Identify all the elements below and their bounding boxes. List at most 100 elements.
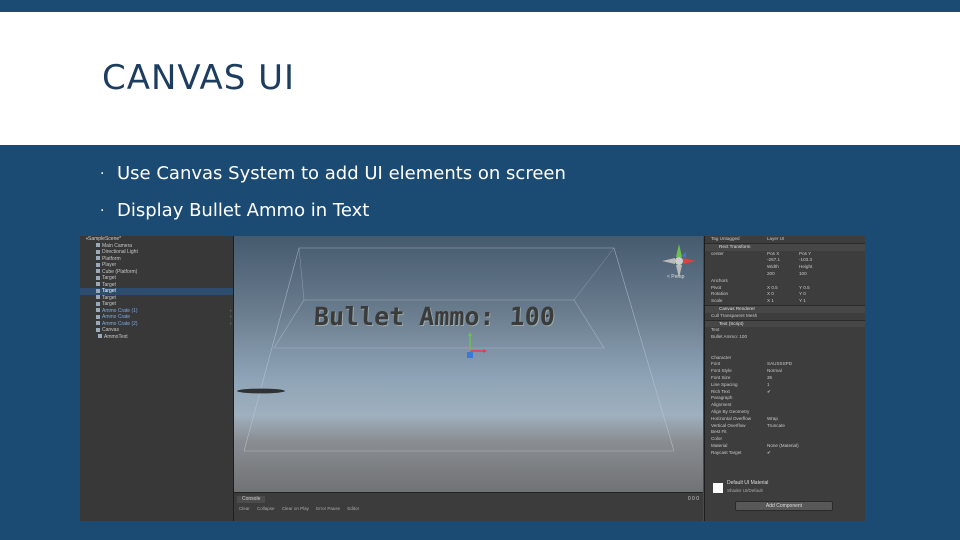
inspector-row[interactable]: Raycast Target ✔: [705, 450, 865, 457]
console-collapse-button[interactable]: Collapse: [257, 506, 275, 511]
console-panel: Console Clear Collapse Clear on Play Err…: [234, 492, 703, 521]
inspector-row[interactable]: Horizontal Overflow Wrap: [705, 416, 865, 423]
gameobject-icon: [96, 275, 100, 280]
scene-view[interactable]: Bullet Ammo: 100 < Persp: [234, 236, 703, 492]
inspector-value-2[interactable]: Height: [799, 264, 812, 271]
inspector-value-2[interactable]: 100: [799, 271, 807, 278]
inspector-row[interactable]: Font Size 35: [705, 375, 865, 382]
inspector-value[interactable]: -267.1: [767, 257, 780, 264]
inspector-row[interactable]: 200 100: [705, 271, 865, 278]
inspector-row[interactable]: Align By Geometry: [705, 409, 865, 416]
inspector-value[interactable]: X 0: [767, 291, 774, 298]
inspector-row[interactable]: Anchors: [705, 278, 865, 285]
gameobject-icon: [96, 249, 100, 254]
hierarchy-item-label: Ammo Crate (2): [102, 320, 138, 327]
inspector-value[interactable]: Pos X: [767, 251, 779, 258]
inspector-value[interactable]: Layer UI: [767, 236, 784, 243]
inspector-value[interactable]: Wrap: [767, 416, 778, 423]
console-clear-button[interactable]: Clear: [239, 506, 250, 511]
inspector-value[interactable]: ✔: [767, 450, 771, 457]
gameobject-icon: [96, 301, 100, 306]
gameobject-icon: [96, 262, 100, 267]
inspector-label: Font: [711, 361, 721, 367]
console-clear-on-play-button[interactable]: Clear on Play: [282, 506, 309, 511]
inspector-value-2[interactable]: Y 1: [799, 298, 806, 305]
inspector-row[interactable]: Rotation X 0 Y 0: [705, 291, 865, 298]
component-header[interactable]: Rect Transform: [705, 242, 865, 251]
inspector-row[interactable]: Line Spacing 1: [705, 382, 865, 389]
console-counts[interactable]: 0 0 0: [688, 496, 699, 502]
inspector-row[interactable]: Character: [705, 355, 865, 362]
inspector-label: Vertical Overflow: [711, 422, 746, 428]
inspector-label: Color: [711, 436, 722, 442]
inspector-row[interactable]: Font SAUSSSPD: [705, 361, 865, 368]
hierarchy-item[interactable]: AmmoText: [80, 334, 233, 341]
inspector-rows: Tag Untagged Layer UI Rect Transform center…: [705, 236, 865, 457]
inspector-value-2[interactable]: Pos Y: [799, 251, 811, 258]
console-toolbar: Clear Collapse Clear on Play Error Pause…: [239, 506, 365, 512]
inspector-label: Font Size: [711, 374, 731, 380]
inspector-value[interactable]: None (Material): [767, 443, 799, 450]
console-error-pause-button[interactable]: Error Pause: [316, 506, 340, 511]
component-header[interactable]: Canvas Renderer: [705, 304, 865, 313]
inspector-row[interactable]: [705, 348, 865, 355]
gameobject-icon: [96, 314, 100, 319]
inspector-label: center: [711, 250, 724, 256]
gameobject-icon: [96, 308, 100, 313]
inspector-value[interactable]: 35: [767, 375, 772, 382]
scene-ammo-text[interactable]: Bullet Ammo: 100: [313, 302, 555, 331]
inspector-value[interactable]: Truncate: [767, 423, 785, 430]
inspector-label: Rect Transform: [719, 243, 751, 249]
inspector-row[interactable]: Bullet Ammo: 100: [705, 334, 865, 341]
hierarchy-item-label: Main Camera: [102, 242, 133, 249]
inspector-row[interactable]: Paragraph: [705, 395, 865, 402]
inspector-row[interactable]: [705, 341, 865, 348]
inspector-value[interactable]: Width: [767, 264, 779, 271]
inspector-value[interactable]: 200: [767, 271, 775, 278]
inspector-value[interactable]: X 1: [767, 298, 774, 305]
inspector-label: Character: [711, 354, 732, 360]
console-tab[interactable]: Console: [237, 496, 266, 503]
inspector-value[interactable]: Normal: [767, 368, 782, 375]
inspector-row[interactable]: -267.1 -103.3: [705, 257, 865, 264]
inspector-row[interactable]: Text: [705, 327, 865, 334]
inspector-row[interactable]: Best Fit: [705, 429, 865, 436]
bullet-item: · Use Canvas System to add UI elements o…: [100, 160, 566, 197]
inspector-value[interactable]: X 0.5: [767, 285, 778, 292]
inspector-row[interactable]: Cull Transparent Mesh: [705, 313, 865, 320]
persp-label[interactable]: < Persp: [667, 274, 684, 280]
console-editor-dropdown[interactable]: Editor: [347, 506, 359, 511]
gameobject-icon: [96, 321, 100, 326]
inspector-label: Material: [711, 442, 728, 448]
inspector-row[interactable]: Scale X 1 Y 1: [705, 298, 865, 305]
inspector-row[interactable]: Material None (Material): [705, 443, 865, 450]
inspector-row[interactable]: Vertical Overflow Truncate: [705, 423, 865, 430]
inspector-label: Paragraph: [711, 395, 733, 401]
bullet-text: Display Bullet Ammo in Text: [117, 200, 370, 221]
inspector-panel: Tag Untagged Layer UI Rect Transform center…: [704, 236, 865, 521]
inspector-row[interactable]: Width Height: [705, 264, 865, 271]
add-component-button[interactable]: Add Component: [735, 501, 833, 511]
shader-label[interactable]: Shader UI/Default: [727, 488, 763, 493]
move-gizmo-icon[interactable]: [462, 331, 492, 361]
inspector-row[interactable]: Font Style Normal: [705, 368, 865, 375]
inspector-value-2[interactable]: Y 0: [799, 291, 806, 298]
inspector-row[interactable]: center Pos X Pos Y: [705, 251, 865, 258]
hierarchy-item-label: Directional Light: [102, 249, 138, 255]
inspector-label: Rich Text: [711, 388, 730, 394]
inspector-row[interactable]: Pivot X 0.5 Y 0.5: [705, 285, 865, 292]
inspector-label: Bullet Ammo: 100: [711, 334, 748, 340]
inspector-row[interactable]: Rich Text ✔: [705, 389, 865, 396]
inspector-row[interactable]: Color: [705, 436, 865, 443]
inspector-value[interactable]: ✔: [767, 389, 771, 396]
inspector-value[interactable]: SAUSSSPD: [767, 361, 792, 368]
inspector-row[interactable]: Alignment: [705, 402, 865, 409]
component-header[interactable]: Text (Script): [705, 319, 865, 328]
hierarchy-item-label: Target: [102, 275, 116, 281]
inspector-value-2[interactable]: -103.3: [799, 257, 812, 264]
bullet-icon: ·: [100, 203, 105, 219]
inspector-value-2[interactable]: Y 0.5: [799, 285, 810, 292]
inspector-row[interactable]: Tag Untagged Layer UI: [705, 236, 865, 243]
inspector-value[interactable]: 1: [767, 382, 770, 389]
inspector-label: Tag Untagged: [711, 236, 740, 241]
